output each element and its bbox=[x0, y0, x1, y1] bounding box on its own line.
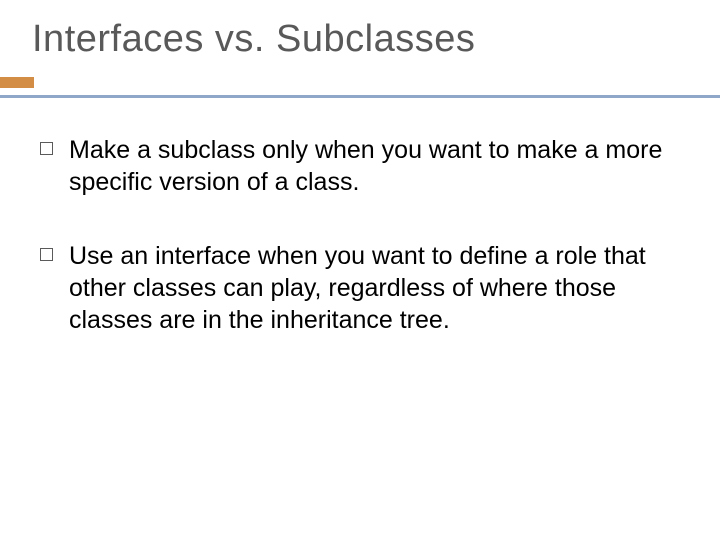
page-title: Interfaces vs. Subclasses bbox=[32, 18, 688, 61]
title-rule bbox=[0, 77, 720, 98]
square-bullet-icon bbox=[40, 142, 53, 155]
list-item: Use an interface when you want to define… bbox=[40, 240, 670, 336]
bullet-text: Make a subclass only when you want to ma… bbox=[69, 134, 670, 198]
list-item: Make a subclass only when you want to ma… bbox=[40, 134, 670, 198]
divider-line bbox=[0, 95, 720, 98]
bullet-text: Use an interface when you want to define… bbox=[69, 240, 670, 336]
content-area: Make a subclass only when you want to ma… bbox=[32, 134, 688, 336]
accent-bar bbox=[0, 77, 34, 88]
slide: Interfaces vs. Subclasses Make a subclas… bbox=[0, 0, 720, 540]
square-bullet-icon bbox=[40, 248, 53, 261]
